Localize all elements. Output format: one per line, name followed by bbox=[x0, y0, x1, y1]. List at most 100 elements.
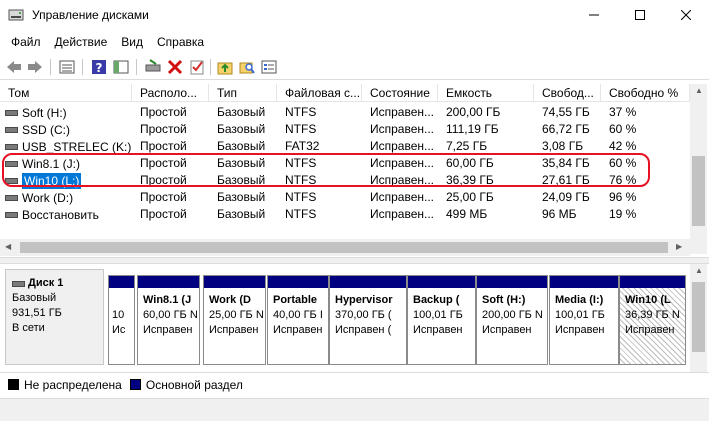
legend-label: Не распределена bbox=[24, 377, 122, 392]
svg-text:?: ? bbox=[96, 61, 103, 75]
partition-text: Media (I:) 100,01 ГБ Исправен bbox=[555, 293, 605, 338]
partition-text: Backup (100,01 ГБ Исправен bbox=[413, 293, 463, 338]
disk-info[interactable]: Диск 1 Базовый 931,51 ГБ В сети bbox=[5, 269, 104, 365]
scroll-up-icon[interactable]: ▲ bbox=[695, 86, 703, 95]
search-folder-icon[interactable] bbox=[238, 58, 256, 76]
menu-action[interactable]: Действие bbox=[48, 32, 115, 52]
cell-type: Базовый bbox=[217, 207, 266, 221]
partition-size: 10 bbox=[112, 309, 125, 321]
scroll-left-icon[interactable]: ◀ bbox=[5, 242, 11, 251]
partition-color-bar bbox=[268, 276, 328, 288]
scroll-thumb[interactable] bbox=[692, 156, 705, 226]
column-header-volume[interactable]: Том bbox=[0, 84, 132, 102]
partition-block[interactable]: Hypervisor 370,00 ГБ (Исправен ( bbox=[329, 275, 407, 365]
cell-free-pct: 76 % bbox=[609, 173, 637, 187]
column-header-filesystem[interactable]: Файловая с... bbox=[277, 84, 362, 102]
menu-file[interactable]: Файл bbox=[4, 32, 48, 52]
list-view-icon[interactable] bbox=[260, 58, 278, 76]
partition-name: Win8.1 (J bbox=[143, 294, 192, 306]
partition-block[interactable]: 10 Ис bbox=[108, 275, 135, 365]
cell-layout: Простой bbox=[140, 122, 187, 136]
partition-size: 100,01 ГБ bbox=[555, 309, 605, 321]
partition-block[interactable]: Media (I:) 100,01 ГБ Исправен bbox=[549, 275, 619, 365]
close-button[interactable] bbox=[663, 0, 709, 30]
cell-layout: Простой bbox=[140, 105, 187, 119]
cell-name: Win10 (L:) bbox=[0, 172, 132, 189]
pane-splitter[interactable] bbox=[0, 257, 709, 264]
connect-drive-icon[interactable] bbox=[144, 58, 162, 76]
console-tree-icon[interactable] bbox=[112, 58, 130, 76]
partition-block[interactable]: Portable 40,00 ГБ I Исправен bbox=[267, 275, 329, 365]
cell-fs: FAT32 bbox=[285, 139, 320, 153]
scroll-right-icon[interactable]: ▶ bbox=[676, 242, 682, 251]
partition-name: Soft (H:) bbox=[482, 294, 526, 306]
cell-type: Базовый bbox=[217, 105, 266, 119]
column-header-free[interactable]: Свобод... bbox=[534, 84, 601, 102]
cell-free: 27,61 ГБ bbox=[542, 173, 590, 187]
volume-drive-icon bbox=[5, 178, 18, 184]
partition-text: Hypervisor 370,00 ГБ (Исправен ( bbox=[335, 293, 392, 338]
partition-status: Исправен bbox=[482, 324, 532, 336]
table-row[interactable]: Восстановить Простой Базовый NTFS Исправен..… bbox=[0, 206, 690, 223]
legend-unallocated: Не распределена bbox=[8, 378, 122, 392]
table-row[interactable]: SSD (C:) Простой Базовый NTFS Исправен... 111… bbox=[0, 121, 690, 138]
cell-type: Базовый bbox=[217, 139, 266, 153]
up-folder-icon[interactable] bbox=[216, 58, 234, 76]
maximize-button[interactable] bbox=[617, 0, 663, 30]
cell-type: Базовый bbox=[217, 190, 266, 204]
disk-size: 931,51 ГБ bbox=[12, 307, 62, 319]
forward-arrow-icon[interactable] bbox=[26, 58, 44, 76]
properties-list-icon[interactable] bbox=[58, 58, 76, 76]
disk-map-vertical-scrollbar[interactable]: ▲ bbox=[690, 264, 707, 372]
table-row[interactable]: Soft (H:) Простой Базовый NTFS Исправен... 20… bbox=[0, 104, 690, 121]
volume-name: USB_STRELEC (K:) bbox=[22, 139, 132, 154]
table-row[interactable]: Win10 (L:) Простой Базовый NTFS Исправен... 3… bbox=[0, 172, 690, 189]
volume-name: Win8.1 (J:) bbox=[22, 156, 81, 171]
partition-block[interactable]: Work (D 25,00 ГБ N Исправен bbox=[203, 275, 266, 365]
scroll-up-icon[interactable]: ▲ bbox=[695, 266, 703, 275]
volume-list-vertical-scrollbar[interactable]: ▲ bbox=[690, 84, 707, 254]
cell-status: Исправен... bbox=[370, 122, 435, 136]
legend-swatch bbox=[129, 379, 141, 390]
table-row[interactable]: Work (D:) Простой Базовый NTFS Исправен... 25… bbox=[0, 189, 690, 206]
partition-status: Ис bbox=[112, 324, 126, 336]
cell-type: Базовый bbox=[217, 173, 266, 187]
check-icon[interactable] bbox=[188, 58, 206, 76]
partition-block[interactable]: Soft (H:) 200,00 ГБ N Исправен bbox=[476, 275, 548, 365]
minimize-button[interactable] bbox=[571, 0, 617, 30]
column-header-status[interactable]: Состояние bbox=[362, 84, 438, 102]
legend-primary-partition: Основной раздел bbox=[129, 377, 243, 392]
volume-list-horizontal-scrollbar[interactable]: ◀ ▶ bbox=[0, 239, 690, 256]
volume-name: Win10 (L:) bbox=[22, 172, 82, 189]
table-row[interactable]: USB_STRELEC (K:) Простой Базовый FAT32 Испра… bbox=[0, 138, 690, 155]
column-header-capacity[interactable]: Емкость bbox=[438, 84, 534, 102]
column-header-type[interactable]: Тип bbox=[209, 84, 277, 102]
partition-text: Win8.1 (J 60,00 ГБ N Исправен bbox=[143, 293, 198, 338]
column-header-layout[interactable]: Располо... bbox=[132, 84, 209, 102]
partition-status: Исправен bbox=[209, 324, 259, 336]
toolbar-separator bbox=[82, 59, 83, 75]
partition-block[interactable]: Win10 (L 36,39 ГБ N Исправен bbox=[619, 275, 686, 365]
back-arrow-icon[interactable] bbox=[5, 58, 23, 76]
partition-block[interactable]: Backup (100,01 ГБ Исправен bbox=[407, 275, 476, 365]
title-bar: Управление дисками bbox=[0, 0, 709, 30]
partition-text: Soft (H:) 200,00 ГБ N Исправен bbox=[482, 293, 543, 338]
legend-label: Основной раздел bbox=[145, 377, 243, 392]
volume-name: Work (D:) bbox=[22, 190, 74, 205]
partition-name: Win10 (L bbox=[625, 294, 671, 306]
partition-name: Portable bbox=[273, 294, 318, 306]
partition-text: 10 Ис bbox=[112, 293, 125, 338]
cell-free: 74,55 ГБ bbox=[542, 105, 590, 119]
table-row[interactable]: Win8.1 (J:) Простой Базовый NTFS Исправен...… bbox=[0, 155, 690, 172]
menu-help[interactable]: Справка bbox=[150, 32, 211, 52]
cell-free: 24,09 ГБ bbox=[542, 190, 590, 204]
scroll-thumb[interactable] bbox=[692, 282, 705, 352]
cell-free-pct: 60 % bbox=[609, 156, 637, 170]
column-header-free-pct[interactable]: Свободно % bbox=[601, 84, 690, 102]
partition-block[interactable]: Win8.1 (J 60,00 ГБ N Исправен bbox=[137, 275, 200, 365]
toolbar-separator bbox=[136, 59, 137, 75]
help-icon[interactable]: ? bbox=[90, 58, 108, 76]
menu-view[interactable]: Вид bbox=[114, 32, 150, 52]
scroll-thumb[interactable] bbox=[20, 242, 668, 253]
delete-icon[interactable] bbox=[166, 58, 184, 76]
